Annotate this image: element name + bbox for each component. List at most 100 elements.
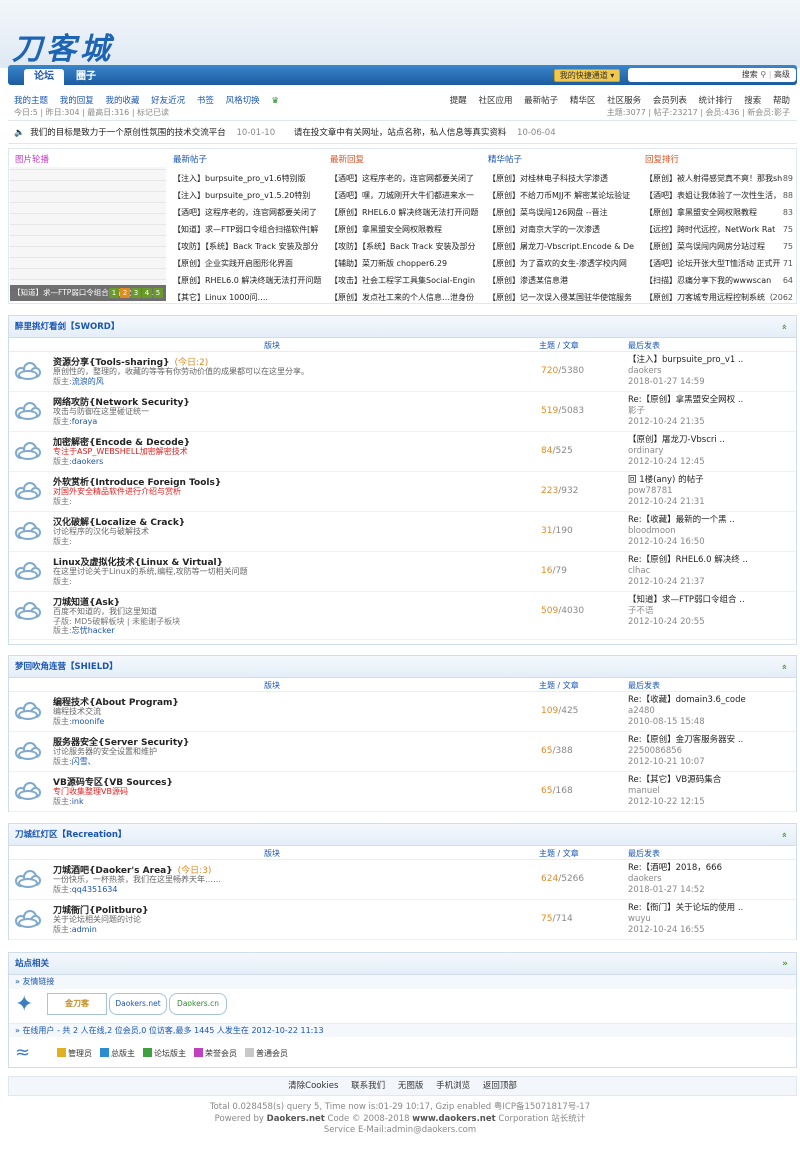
back-to-top-link[interactable]: 返回顶部: [483, 1081, 517, 1091]
contact-link[interactable]: 联系我们: [351, 1081, 385, 1091]
moderator-name[interactable]: qq4351634: [72, 885, 118, 894]
tab-forum[interactable]: 论坛: [24, 69, 64, 85]
moderator-name[interactable]: ink: [72, 797, 84, 806]
last-post-title[interactable]: Re:【衙门】关于论坛的使用 ..: [628, 903, 743, 914]
moderator-name[interactable]: foraya: [72, 417, 98, 426]
last-post-user[interactable]: 2250086856: [628, 746, 743, 757]
last-post-user[interactable]: clhac: [628, 566, 748, 577]
last-post-title[interactable]: Re:【原创】拿黑盟安全网权 ..: [628, 395, 743, 406]
last-post-title[interactable]: 【原创】屠龙刀-Vbscri ..: [628, 435, 725, 446]
ranking-item[interactable]: 【酒吧】表姐让我体验了一次性生活， 88: [645, 187, 793, 204]
last-post-user[interactable]: daokers: [628, 874, 722, 885]
section-title[interactable]: 梦回吹角连营【SHIELD】: [15, 662, 118, 672]
last-post-user[interactable]: bloodmoon: [628, 526, 735, 537]
ranking-item[interactable]: 【原创】菜鸟误闯内网房分站过程 75: [645, 238, 793, 255]
last-post-title[interactable]: Re:【原创】RHEL6.0 解决终 ..: [628, 555, 748, 566]
ranking-item[interactable]: 【原创】被人射得感觉真不爽！那我sh 89: [645, 170, 793, 187]
advanced-search-link[interactable]: 高级: [774, 70, 790, 79]
moderator-name[interactable]: 闪雪、: [72, 757, 96, 766]
search-box[interactable]: 搜索 ⚲ | 高级: [628, 68, 796, 82]
hot-topic-link[interactable]: 【酒吧】嘿，刀城刚开大牛们都进来水一: [330, 187, 480, 204]
hot-topic-link[interactable]: 【原创】渗透某信息港: [488, 272, 638, 289]
hot-topic-link[interactable]: 【知道】求—FTP弱口令组合扫描软件[解: [173, 221, 323, 238]
announcement-link[interactable]: 请在投文章中有关网址，站点名称，私人信息等真实资料: [294, 128, 507, 138]
section-title[interactable]: 醉里挑灯看剑【SWORD】: [15, 322, 119, 332]
ranking-item[interactable]: 【原创】刀客城专用远程控制系统（ 2062: [645, 289, 793, 306]
slide-dot[interactable]: 2: [120, 288, 130, 298]
hot-topic-link[interactable]: 【原创】为了喜欢的女生-渗透学校内网: [488, 255, 638, 272]
my-topics-link[interactable]: 我的主题: [14, 96, 48, 106]
hot-topic-link[interactable]: 【原创】屠龙刀-Vbscript.Encode & De: [488, 238, 638, 255]
last-post-title[interactable]: Re:【酒吧】2018，666: [628, 863, 722, 874]
last-post-user[interactable]: ordinary: [628, 446, 725, 457]
friend-link[interactable]: Daokers.cn: [169, 993, 227, 1015]
hot-topic-link[interactable]: 【原创】菜鸟误闯126网盘 --晋注: [488, 204, 638, 221]
last-post-title[interactable]: 回 1楼(any) 的帖子: [628, 475, 705, 486]
hot-topic-link[interactable]: 【其它】Linux 1000问….: [173, 289, 323, 306]
nav-latest[interactable]: 最新帖子: [524, 96, 558, 106]
moderator-name[interactable]: daokers: [72, 457, 104, 466]
friend-link[interactable]: Daokers.net: [109, 993, 167, 1015]
ranking-item[interactable]: 【远控】跨时代远控，NetWork Rat 75: [645, 221, 793, 238]
slide-dot[interactable]: 5: [153, 288, 163, 298]
last-post-title[interactable]: Re:【其它】VB源码集合: [628, 775, 721, 786]
last-post-user[interactable]: 影子: [628, 406, 743, 417]
friend-link[interactable]: 金刀客: [47, 993, 107, 1015]
slide-dot[interactable]: 4: [142, 288, 152, 298]
moderator-name[interactable]: 忘忧hacker: [72, 626, 115, 635]
hot-topic-link[interactable]: 【辅助】菜刀新版 chopper6.29: [330, 255, 480, 272]
nav-members[interactable]: 会员列表: [653, 96, 687, 106]
hot-topic-link[interactable]: 【攻防】【系统】Back Track 安装及部分: [173, 238, 323, 255]
hot-topic-link[interactable]: 【酒吧】这程序老的，连官网都要关闭了: [330, 170, 480, 187]
theme-icon[interactable]: ♛: [271, 96, 279, 106]
hot-topic-link[interactable]: 【攻击】社会工程学工具集Social-Engin: [330, 272, 480, 289]
nav-notice[interactable]: 提醒: [450, 96, 467, 106]
collapse-icon[interactable]: »: [774, 664, 796, 670]
last-post-title[interactable]: 【注入】burpsuite_pro_v1 ..: [628, 355, 743, 366]
site-logo[interactable]: 刀客城: [12, 24, 114, 68]
ranking-item[interactable]: 【酒吧】论坛开张大型T恤活动 正式开 71: [645, 255, 793, 272]
nav-search[interactable]: 搜索: [744, 96, 761, 106]
last-post-user[interactable]: daokers: [628, 366, 743, 377]
collapse-icon[interactable]: »: [782, 953, 788, 975]
nav-ranking[interactable]: 统计排行: [699, 96, 733, 106]
search-button[interactable]: 搜索: [742, 70, 758, 79]
last-post-title[interactable]: 【知道】求—FTP弱口令组合 ..: [628, 595, 745, 606]
announcement-link[interactable]: 我们的目标是致力于一个原创性氛围的技术交流平台: [30, 128, 226, 138]
text-only-link[interactable]: 无图版: [398, 1081, 424, 1091]
hot-topic-link[interactable]: 【酒吧】这程序老的，连官网都要关闭了: [173, 204, 323, 221]
hot-topic-link[interactable]: 【原创】拿黑盟安全网权限教程: [330, 221, 480, 238]
clear-cookies-link[interactable]: 清除Cookies: [288, 1081, 338, 1091]
hot-topic-link[interactable]: 【原创】对桂林电子科技大学渗透: [488, 170, 638, 187]
hot-topic-link[interactable]: 【原创】发点社工来的个人信息…泄身份: [330, 289, 480, 306]
hot-topic-link[interactable]: 【原创】企业实践开启图形化界面: [173, 255, 323, 272]
search-icon[interactable]: ⚲: [760, 70, 766, 79]
hot-topic-link[interactable]: 【攻防】【系统】Back Track 安装及部分: [330, 238, 480, 255]
slide-dot[interactable]: 3: [131, 288, 141, 298]
last-post-title[interactable]: Re:【收藏】最新的一个黑 ..: [628, 515, 735, 526]
ranking-item[interactable]: 【原创】拿黑盟安全网权限教程 83: [645, 204, 793, 221]
last-post-title[interactable]: Re:【原创】金刀客服务器安 ..: [628, 735, 743, 746]
nav-digest[interactable]: 精华区: [570, 96, 596, 106]
last-post-user[interactable]: 子不语: [628, 606, 745, 617]
ranking-item[interactable]: 【扫描】忍痛分享下我的wwwscan 64: [645, 272, 793, 289]
last-post-user[interactable]: pow78781: [628, 486, 705, 497]
last-post-user[interactable]: manuel: [628, 786, 721, 797]
quick-nav-dropdown[interactable]: 我的快捷通道 ▾: [554, 69, 620, 82]
hot-topic-link[interactable]: 【原创】对南京大学的一次渗透: [488, 221, 638, 238]
mobile-link[interactable]: 手机浏览: [436, 1081, 470, 1091]
section-title[interactable]: 刀城红灯区【Recreation】: [15, 830, 126, 840]
nav-help[interactable]: 帮助: [773, 96, 790, 106]
style-switch-link[interactable]: 风格切换: [226, 96, 260, 106]
collapse-icon[interactable]: »: [774, 832, 796, 838]
last-post-title[interactable]: Re:【收藏】domain3.6_code: [628, 695, 746, 706]
hot-topic-link[interactable]: 【原创】记一次误入侵某国驻华使馆服务: [488, 289, 638, 306]
slide-dot[interactable]: 1: [109, 288, 119, 298]
last-post-user[interactable]: a2480: [628, 706, 746, 717]
collapse-icon[interactable]: »: [774, 324, 796, 330]
moderator-name[interactable]: 流浪的风: [72, 377, 104, 386]
hot-topic-link[interactable]: 【注入】burpsuite_pro_v1.6特别版: [173, 170, 323, 187]
tab-circle[interactable]: 圈子: [66, 69, 106, 85]
bookmarks-link[interactable]: 书签: [197, 96, 214, 106]
slideshow-image[interactable]: 【知道】求—FTP弱口令组合扫描软件[解... 12345: [10, 167, 166, 301]
